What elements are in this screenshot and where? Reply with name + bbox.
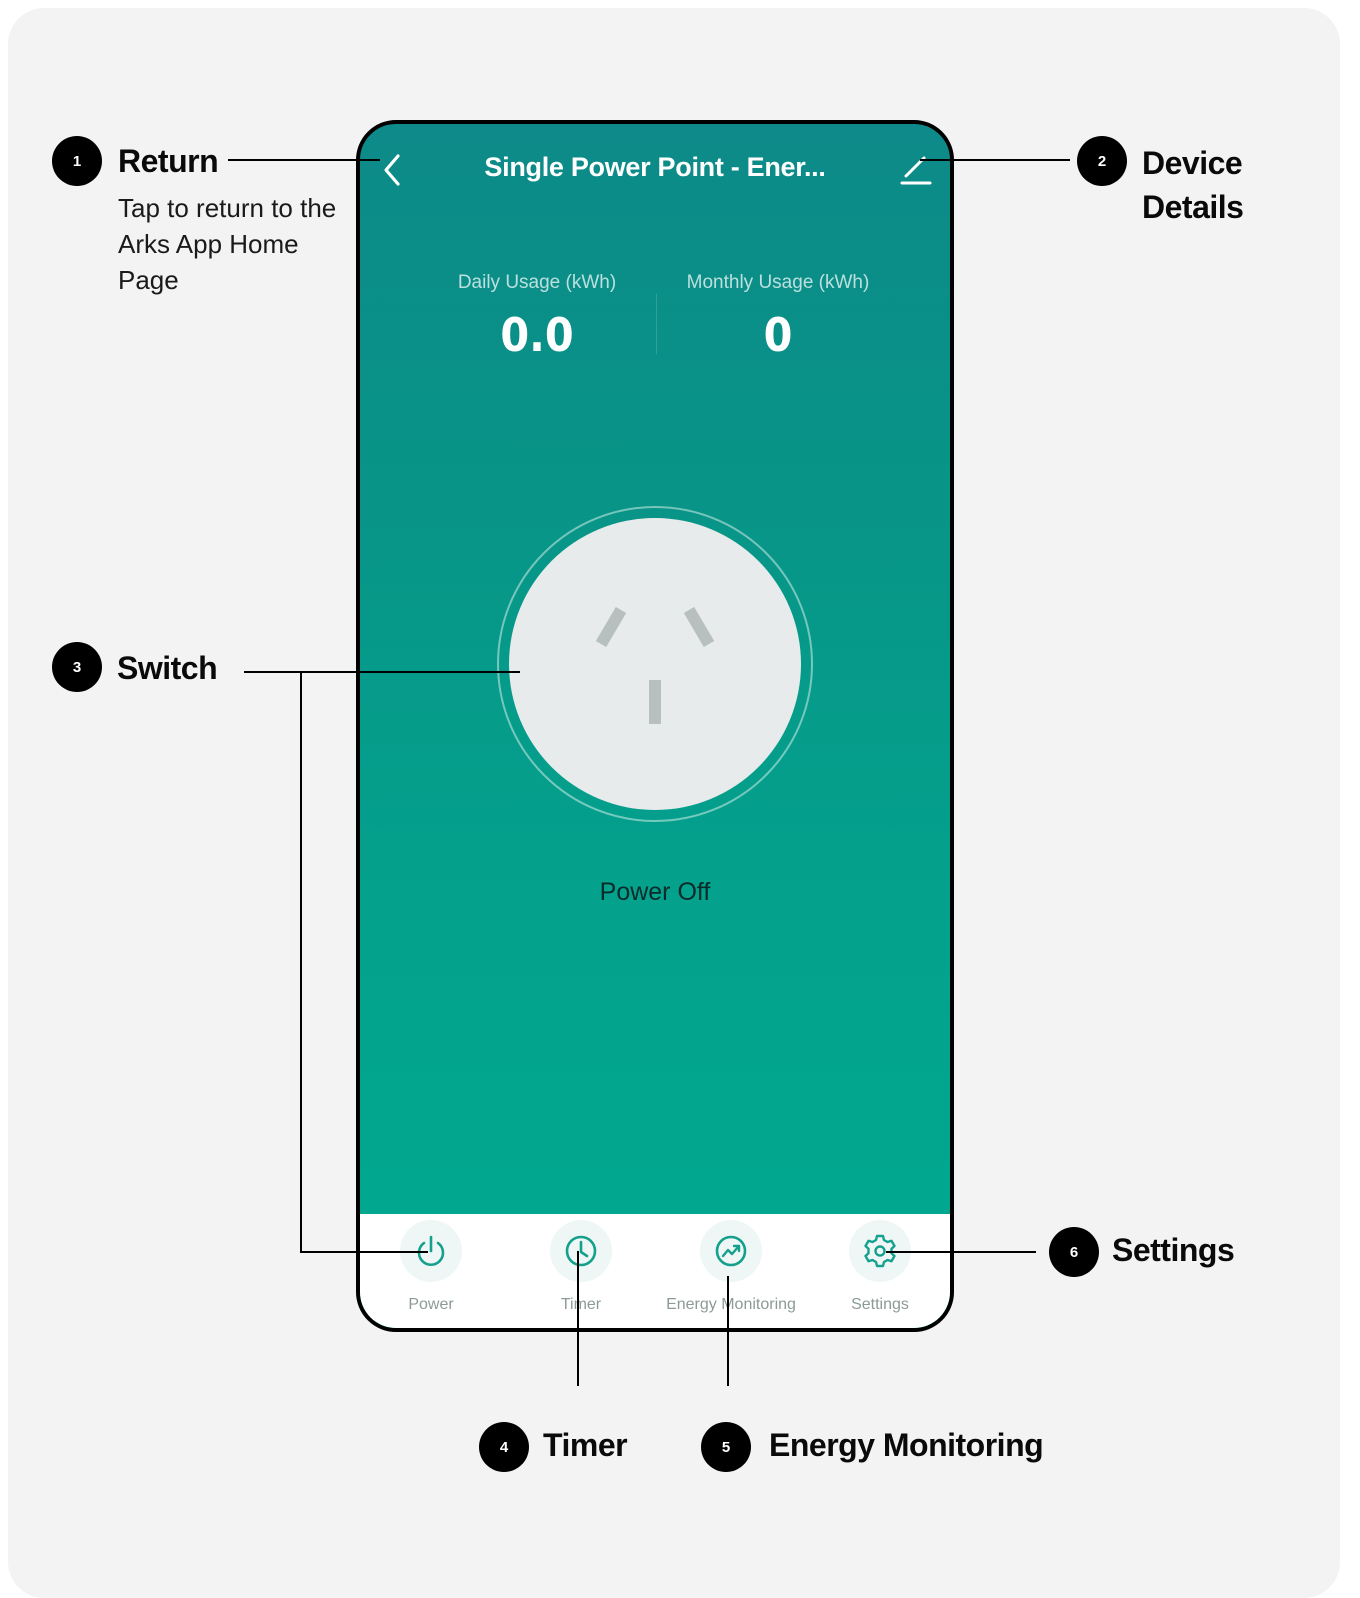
power-connector-vertical bbox=[300, 671, 302, 1253]
power-socket-icon bbox=[595, 606, 715, 724]
timer-connector bbox=[577, 1251, 579, 1386]
daily-usage: Daily Usage (kWh) 0.0 bbox=[407, 272, 667, 362]
tab-power-label: Power bbox=[408, 1296, 454, 1313]
power-switch-button[interactable] bbox=[509, 518, 801, 810]
callout-badge-4: 4 bbox=[479, 1422, 529, 1472]
monthly-usage-label: Monthly Usage (kWh) bbox=[686, 272, 870, 293]
pencil-icon bbox=[900, 156, 932, 185]
callout-return-title: Return bbox=[118, 143, 219, 179]
callout-switch-title: Switch bbox=[117, 650, 218, 686]
page-title: Single Power Point - Ener... bbox=[484, 152, 826, 182]
callout-energy-monitoring-title: Energy Monitoring bbox=[769, 1427, 1044, 1463]
return-connector bbox=[228, 159, 380, 161]
callout-badge-3: 3 bbox=[52, 642, 102, 692]
tab-energy-label: Energy Monitoring bbox=[666, 1296, 796, 1313]
callout-timer-title: Timer bbox=[543, 1427, 628, 1463]
daily-usage-value: 0.0 bbox=[500, 308, 574, 362]
tab-timer-icon-bg bbox=[550, 1220, 612, 1282]
daily-usage-label: Daily Usage (kWh) bbox=[457, 272, 617, 293]
tab-power[interactable]: Power bbox=[360, 1220, 506, 1314]
switch-connector bbox=[244, 671, 520, 673]
callout-settings-title: Settings bbox=[1112, 1232, 1235, 1268]
power-connector-horizontal bbox=[300, 1251, 428, 1253]
trend-chart-icon bbox=[715, 1235, 747, 1267]
tab-settings[interactable]: Settings bbox=[805, 1220, 950, 1314]
phone-screen: Single Power Point - Ener... Daily Usage… bbox=[356, 120, 954, 1332]
bottom-tab-bar: Power Timer Energy Monitoring Settings bbox=[360, 1214, 950, 1328]
callout-badge-6: 6 bbox=[1049, 1227, 1099, 1277]
back-button[interactable] bbox=[378, 152, 408, 188]
edit-device-button[interactable] bbox=[898, 152, 934, 188]
callout-badge-2: 2 bbox=[1077, 136, 1127, 186]
tab-energy-monitoring[interactable]: Energy Monitoring bbox=[656, 1220, 806, 1314]
tab-timer[interactable]: Timer bbox=[506, 1220, 656, 1314]
settings-connector bbox=[886, 1251, 1036, 1253]
callout-return-description: Tap to return to the Arks App Home Page bbox=[118, 193, 337, 295]
power-status: Power Off bbox=[599, 878, 711, 906]
monthly-usage-value: 0 bbox=[763, 308, 793, 362]
device-details-connector bbox=[920, 159, 1070, 161]
energy-monitoring-connector bbox=[727, 1276, 729, 1386]
tab-settings-label: Settings bbox=[851, 1296, 909, 1313]
tab-timer-label: Timer bbox=[560, 1296, 602, 1313]
callout-badge-5: 5 bbox=[701, 1422, 751, 1472]
monthly-usage: Monthly Usage (kWh) 0 bbox=[648, 272, 908, 362]
chevron-left-icon bbox=[384, 154, 400, 186]
clock-icon bbox=[565, 1235, 597, 1267]
callout-badge-1: 1 bbox=[52, 136, 102, 186]
callout-device-details-title: Device Details bbox=[1142, 145, 1244, 225]
tab-energy-icon-bg bbox=[700, 1220, 762, 1282]
